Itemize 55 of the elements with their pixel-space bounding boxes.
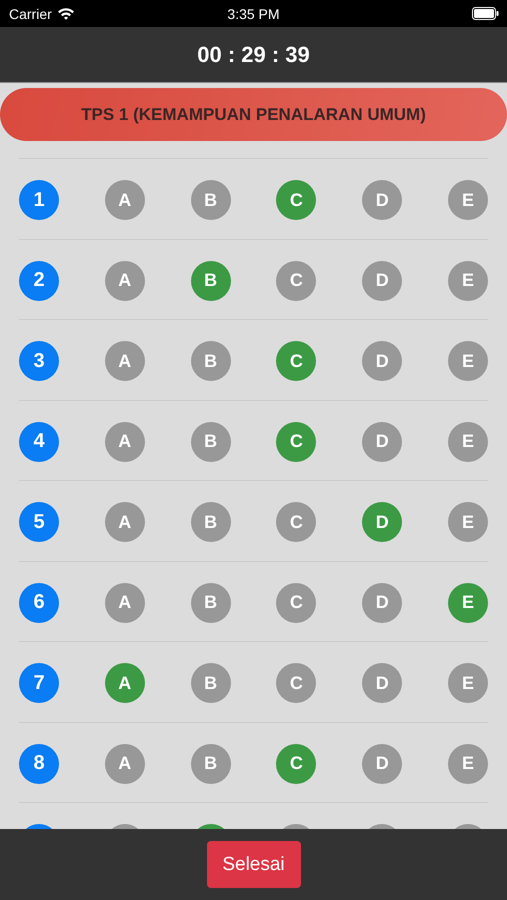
finish-button[interactable]: Selesai: [206, 841, 300, 888]
answer-option[interactable]: A: [104, 582, 145, 622]
answer-option[interactable]: C: [276, 422, 316, 462]
answer-option[interactable]: E: [448, 663, 488, 703]
wifi-icon: [56, 7, 75, 20]
question-number[interactable]: 7: [19, 663, 59, 703]
answer-option[interactable]: A: [104, 744, 145, 784]
answer-option[interactable]: D: [362, 663, 402, 703]
answer-option[interactable]: B: [190, 744, 231, 784]
answer-option[interactable]: D: [362, 180, 402, 220]
answer-option[interactable]: C: [276, 744, 316, 784]
answer-option[interactable]: D: [362, 422, 402, 462]
answer-option[interactable]: C: [276, 502, 316, 542]
question-number[interactable]: 5: [19, 502, 59, 542]
answer-option[interactable]: E: [448, 260, 488, 300]
answer-option[interactable]: E: [448, 502, 488, 542]
answer-option[interactable]: D: [362, 341, 402, 381]
question-number[interactable]: 4: [19, 422, 59, 462]
answer-option[interactable]: C: [276, 260, 316, 300]
countdown-timer: 00 : 29 : 39: [197, 42, 310, 68]
answer-option[interactable]: A: [104, 260, 145, 300]
answer-option[interactable]: B: [190, 422, 231, 462]
answer-option[interactable]: A: [104, 663, 145, 703]
answer-option[interactable]: E: [448, 341, 488, 381]
answer-option[interactable]: E: [448, 582, 488, 622]
question-number[interactable]: 6: [19, 582, 59, 622]
section-title-banner: TPS 1 (KEMAMPUAN PENALARAN UMUM): [0, 88, 507, 141]
battery-icon: [472, 7, 499, 20]
answer-option[interactable]: C: [276, 582, 316, 622]
carrier-label: Carrier: [9, 6, 52, 22]
answer-option[interactable]: B: [190, 341, 231, 381]
answer-option[interactable]: A: [104, 422, 145, 462]
answer-option[interactable]: B: [190, 502, 231, 542]
answer-option[interactable]: C: [276, 663, 316, 703]
question-number[interactable]: 1: [19, 180, 59, 220]
status-time: 3:35 PM: [227, 6, 280, 22]
answer-option[interactable]: E: [448, 422, 488, 462]
answer-option[interactable]: D: [362, 260, 402, 300]
answer-option[interactable]: B: [190, 180, 231, 220]
answer-option[interactable]: E: [448, 180, 488, 220]
answer-option[interactable]: B: [190, 260, 231, 300]
answer-option[interactable]: A: [104, 180, 145, 220]
answer-option[interactable]: B: [190, 663, 231, 703]
answer-option[interactable]: B: [190, 582, 231, 622]
question-number[interactable]: 3: [19, 341, 59, 381]
answer-option[interactable]: A: [104, 502, 145, 542]
question-number[interactable]: 8: [19, 744, 59, 784]
answer-option[interactable]: C: [276, 180, 316, 220]
question-number[interactable]: 2: [19, 260, 59, 300]
answer-option[interactable]: D: [362, 582, 402, 622]
answer-option[interactable]: D: [362, 744, 402, 784]
answer-option[interactable]: E: [448, 744, 488, 784]
answer-option[interactable]: A: [104, 341, 145, 381]
answer-option[interactable]: D: [362, 502, 402, 542]
answer-option[interactable]: C: [276, 341, 316, 381]
